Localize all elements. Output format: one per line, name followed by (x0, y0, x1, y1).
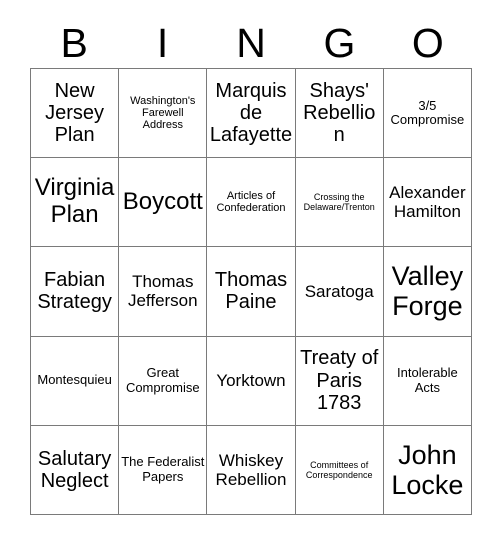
bingo-cell-label: Saratoga (304, 281, 374, 301)
bingo-cell[interactable]: Treaty of Paris 1783 (295, 336, 384, 426)
bingo-cell[interactable]: Thomas Paine (207, 247, 296, 337)
bingo-cell[interactable]: Alexander Hamilton (383, 158, 472, 248)
bingo-cell[interactable]: Saratoga (295, 247, 384, 337)
bingo-cell-label: Washington's Farewell Address (130, 94, 196, 132)
bingo-cell[interactable]: Shays' Rebellion (295, 69, 384, 159)
bingo-cell-label: Articles of Confederation (216, 189, 286, 215)
bingo-cell-label: Committees of Correspondence (305, 459, 373, 480)
bingo-cell-label: Thomas Jefferson (127, 272, 198, 311)
header-letter-b: B (60, 20, 88, 66)
bingo-cell-label: Salutary Neglect (37, 447, 112, 492)
bingo-header: B I N G O (30, 18, 472, 68)
bingo-cell-label: 3/5 Compromise (390, 97, 465, 128)
bingo-cell[interactable]: Valley Forge (383, 247, 472, 337)
bingo-cell[interactable]: New Jersey Plan (31, 69, 120, 159)
bingo-cell[interactable]: Intolerable Acts (383, 336, 472, 426)
bingo-cell-label: Treaty of Paris 1783 (300, 347, 379, 414)
bingo-cell-label: Great Compromise (125, 365, 200, 395)
bingo-card: B I N G O New Jersey Plan Washington's F… (0, 0, 500, 544)
bingo-cell[interactable]: Montesquieu (31, 336, 120, 426)
header-letter-n: N (236, 20, 266, 66)
bingo-cell-label: Whiskey Rebellion (215, 450, 287, 489)
bingo-cell[interactable]: Articles of Confederation (207, 158, 296, 248)
bingo-cell-label: Thomas Paine (214, 269, 288, 314)
bingo-cell-label: Virginia Plan (34, 174, 115, 229)
bingo-cell[interactable]: John Locke (383, 425, 472, 515)
header-letter-g: G (323, 20, 356, 66)
bingo-cell[interactable]: Marquis de Lafayette (207, 69, 296, 159)
bingo-cell[interactable]: Virginia Plan (31, 158, 120, 248)
bingo-cell[interactable]: Yorktown (207, 336, 296, 426)
bingo-cell-label: Yorktown (216, 371, 286, 391)
bingo-cell-label: Valley Forge (391, 261, 464, 322)
bingo-cell-label: New Jersey Plan (45, 79, 105, 147)
bingo-cell-label: Fabian Strategy (37, 269, 112, 314)
bingo-cell-label: Montesquieu (37, 372, 112, 388)
header-letter-i: I (156, 20, 169, 66)
bingo-cell[interactable]: Thomas Jefferson (119, 247, 208, 337)
bingo-cell-label: The Federalist Papers (121, 454, 205, 484)
bingo-cell[interactable]: Fabian Strategy (31, 247, 120, 337)
bingo-cell[interactable]: The Federalist Papers (119, 425, 208, 515)
bingo-cell[interactable]: 3/5 Compromise (383, 69, 472, 159)
bingo-cell-label: John Locke (391, 439, 464, 500)
bingo-cell-label: Intolerable Acts (397, 365, 458, 395)
bingo-cell-label: Shays' Rebellion (303, 79, 376, 147)
bingo-cell[interactable]: Crossing the Delaware/Trenton (295, 158, 384, 248)
bingo-cell[interactable]: Salutary Neglect (31, 425, 120, 515)
bingo-cell[interactable]: Committees of Correspondence (295, 425, 384, 515)
bingo-cell[interactable]: Great Compromise (119, 336, 208, 426)
bingo-cell[interactable]: Washington's Farewell Address (119, 69, 208, 159)
bingo-cell[interactable]: Boycott (119, 158, 208, 248)
bingo-cell-label: Boycott (122, 187, 203, 215)
bingo-cell-label: Alexander Hamilton (389, 183, 466, 222)
bingo-cell-label: Marquis de Lafayette (209, 79, 293, 147)
header-letter-o: O (411, 20, 444, 66)
bingo-cell-label: Crossing the Delaware/Trenton (303, 192, 375, 213)
bingo-grid: New Jersey Plan Washington's Farewell Ad… (30, 68, 472, 515)
bingo-cell[interactable]: Whiskey Rebellion (207, 425, 296, 515)
